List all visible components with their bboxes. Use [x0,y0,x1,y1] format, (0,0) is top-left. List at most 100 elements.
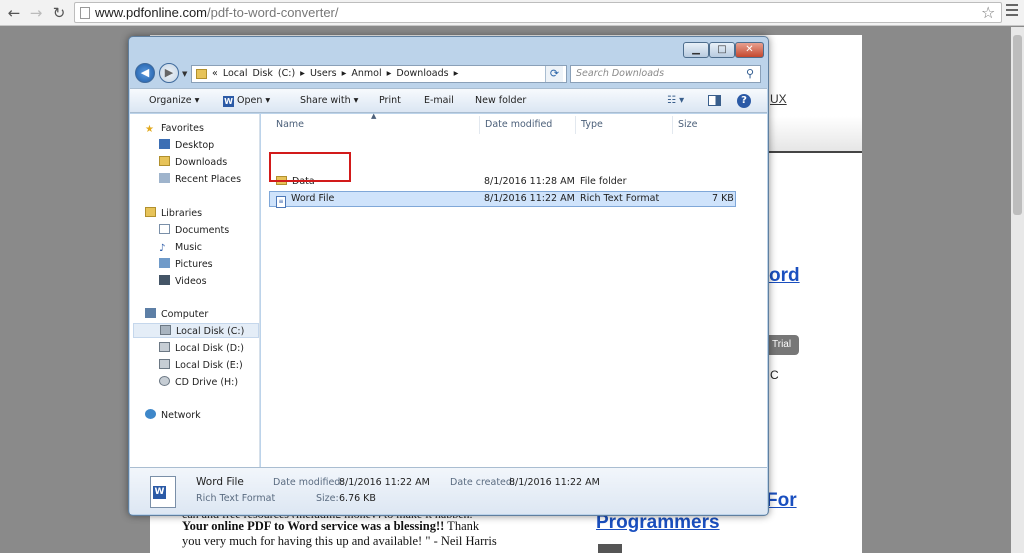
column-type[interactable]: Type [581,119,603,130]
word-icon: W [223,96,234,107]
word-badge-icon: W [153,486,166,499]
dialog-back-icon[interactable]: ◀ [135,63,155,83]
pictures-icon [159,258,170,268]
column-date-modified[interactable]: Date modified [485,119,552,130]
print-button[interactable]: Print [379,95,401,106]
file-size: 7 KB [712,193,734,204]
address-breadcrumb[interactable]: « Local Disk (C:) ▸ Users ▸ Anmol ▸ Down… [212,68,458,79]
nav-videos[interactable]: Videos [159,274,207,289]
drive-icon [159,359,170,369]
page-scrollbar[interactable] [1011,27,1024,553]
dialog-forward-icon[interactable]: ▶ [159,63,179,83]
nav-desktop[interactable]: Desktop [159,138,214,153]
nav-label: Videos [175,276,207,287]
cd-drive-icon [159,376,170,386]
back-arrow-icon[interactable]: ← [5,4,23,22]
column-divider[interactable] [672,116,673,134]
nav-label: Downloads [175,157,228,168]
new-folder-button[interactable]: New folder [475,95,526,106]
sort-indicator-icon: ▲ [371,112,377,120]
change-view-icon[interactable]: ☷ ▾ [667,95,684,106]
minimize-button[interactable]: ▁ [683,42,709,58]
file-row-word-file[interactable]: ≡ Word File 8/1/2016 11:22 AM Rich Text F… [269,191,736,208]
desktop-icon [159,139,170,149]
menu-icon[interactable] [1006,4,1018,19]
file-name: Word File [291,193,335,204]
column-size[interactable]: Size [678,119,698,130]
organize-button[interactable]: Organize ▾ [149,95,199,106]
maximize-button[interactable]: □ [709,42,735,58]
nav-local-disk-e[interactable]: Local Disk (E:) [159,358,243,373]
file-name-cell: ≡ Word File [276,193,334,208]
file-type: Rich Text Format [580,193,660,204]
file-type: File folder [580,176,627,187]
reload-icon[interactable]: ↻ [50,4,68,22]
nav-local-disk-d[interactable]: Local Disk (D:) [159,341,244,356]
nav-computer[interactable]: Computer [145,307,208,322]
details-file-name: Word File [196,476,244,488]
navigation-pane: ★ Favorites Desktop Downloads Recent Plac… [130,114,260,467]
nav-label: CD Drive (H:) [175,377,239,388]
recent-places-icon [159,173,170,183]
nav-downloads[interactable]: Downloads [159,155,227,170]
testimonial-text-1: Thank [444,519,480,533]
trial-button-fragment[interactable]: Trial [769,335,799,355]
details-date-created-label: Date created: [450,477,516,488]
address-bar[interactable]: www.pdfonline.com/pdf-to-word-converter/ [74,2,1002,23]
nav-label: Favorites [161,123,204,134]
column-divider[interactable] [575,116,576,134]
open-file-dialog: ▁ □ ✕ ◀ ▶ ▼ « Local Disk (C:) ▸ Users ▸ … [128,36,769,516]
dialog-address-bar[interactable]: « Local Disk (C:) ▸ Users ▸ Anmol ▸ Down… [191,65,567,83]
nav-label: Computer [161,309,209,320]
column-name[interactable]: Name [276,119,304,130]
share-with-button[interactable]: Share with ▾ [300,95,358,106]
nav-label: Local Disk (C:) [176,326,245,337]
search-input[interactable]: Search Downloads ⚲ [570,65,761,83]
videos-icon [159,275,170,285]
nav-recent-places[interactable]: Recent Places [159,172,241,187]
nav-libraries[interactable]: Libraries [145,206,202,221]
nav-favorites[interactable]: ★ Favorites [145,121,204,136]
help-icon[interactable]: ? [737,94,751,108]
forward-arrow-icon[interactable]: → [27,4,45,22]
heading-link-fragment[interactable]: ord [769,265,800,287]
nav-cd-drive[interactable]: CD Drive (H:) [159,375,238,390]
column-divider[interactable] [479,116,480,134]
star-icon: ★ [145,124,154,135]
documents-icon [159,224,170,234]
nav-local-disk-c[interactable]: Local Disk (C:) [133,323,259,338]
email-button[interactable]: E-mail [424,95,454,106]
decorative-image-fragment [598,544,622,553]
nav-label: Desktop [175,140,215,151]
computer-icon [145,308,156,318]
details-date-modified: 8/1/2016 11:22 AM [339,477,430,488]
heading-fragment-for[interactable]: For [766,490,797,512]
word-document-icon: W [150,476,176,508]
open-button[interactable]: W Open ▾ [223,95,270,107]
nav-pictures[interactable]: Pictures [159,257,213,272]
details-date-modified-label: Date modified: [273,477,344,488]
nav-documents[interactable]: Documents [159,223,229,238]
nav-music[interactable]: ♪ Music [159,240,202,255]
drive-icon [160,325,171,335]
nav-network[interactable]: Network [145,408,201,423]
details-pane: W Word File Rich Text Format Date modifi… [130,467,767,514]
bookmark-star-icon[interactable]: ☆ [981,3,995,22]
testimonial-bold: Your online PDF to Word service was a bl… [182,519,445,533]
open-label: Open ▾ [237,95,271,106]
scroll-thumb[interactable] [1013,35,1022,215]
close-button[interactable]: ✕ [735,42,764,58]
music-icon: ♪ [159,243,166,254]
recent-locations-icon[interactable]: ▼ [182,70,187,78]
preview-pane-icon[interactable] [708,95,721,106]
header-link-fragment[interactable]: UX [770,92,787,106]
downloads-folder-icon [159,156,170,166]
folder-icon [196,69,207,79]
testimonial-line-1: Your online PDF to Word service was a bl… [182,519,479,534]
command-bar: Organize ▾ W Open ▾ Share with ▾ Print E-… [130,88,767,113]
details-size-label: Size: [316,493,339,504]
file-date: 8/1/2016 11:22 AM [484,193,575,204]
search-icon[interactable]: ⚲ [746,67,754,80]
refresh-icon[interactable]: ⟳ [545,66,563,82]
details-date-created: 8/1/2016 11:22 AM [509,477,600,488]
